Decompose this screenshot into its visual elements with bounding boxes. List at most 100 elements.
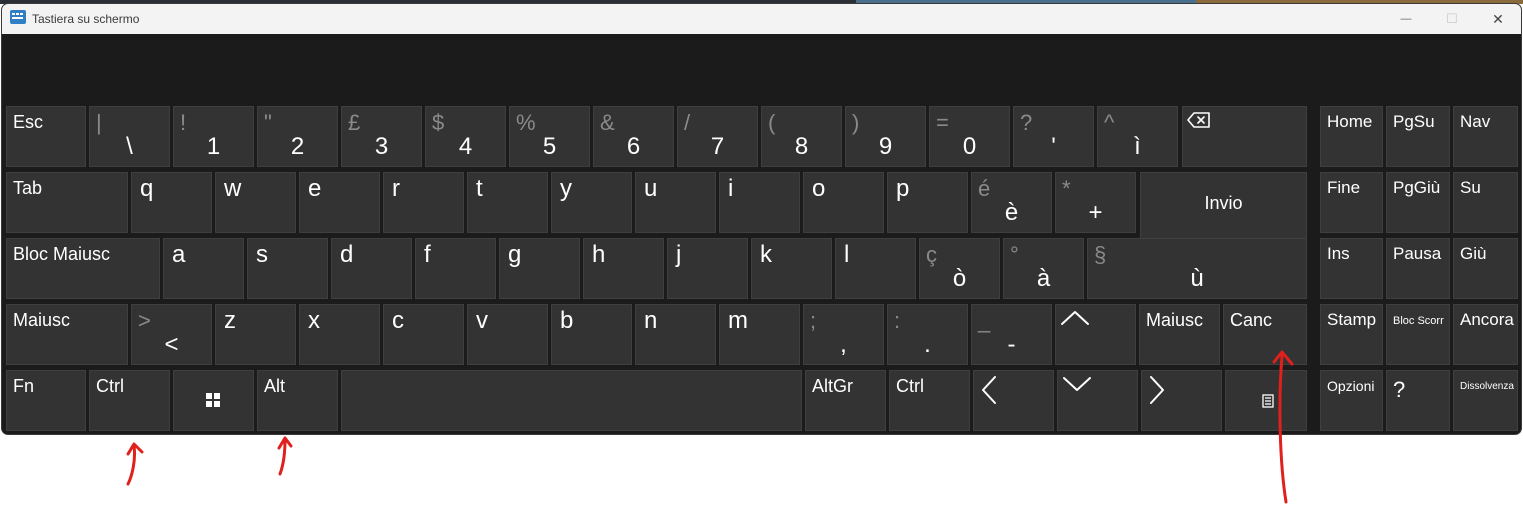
key-primary-label: 7 bbox=[710, 133, 725, 160]
key-3[interactable]: £3 bbox=[341, 106, 422, 167]
key-0[interactable]: = 0 bbox=[929, 106, 1010, 167]
key-o[interactable]: o bbox=[803, 172, 884, 233]
key-apostrophe[interactable]: ? ' bbox=[1013, 106, 1094, 167]
key-period[interactable]: :. bbox=[887, 304, 968, 365]
key-p[interactable]: p bbox=[887, 172, 968, 233]
close-button[interactable]: ✕ bbox=[1475, 4, 1521, 34]
key-s[interactable]: s bbox=[247, 238, 328, 299]
key-less[interactable]: > < bbox=[131, 304, 212, 365]
key-e[interactable]: e bbox=[299, 172, 380, 233]
key-igrave[interactable]: ^ ì bbox=[1097, 106, 1178, 167]
key-f[interactable]: f bbox=[415, 238, 496, 299]
key-label: Pausa bbox=[1393, 244, 1442, 263]
key-x[interactable]: x bbox=[299, 304, 380, 365]
key-y[interactable]: y bbox=[551, 172, 632, 233]
key-z[interactable]: z bbox=[215, 304, 296, 365]
key-n[interactable]: n bbox=[635, 304, 716, 365]
key-8[interactable]: (8 bbox=[761, 106, 842, 167]
down-arrow-icon bbox=[1063, 377, 1091, 391]
key-opzioni[interactable]: Opzioni bbox=[1320, 370, 1383, 431]
key-label: Fine bbox=[1327, 178, 1361, 197]
key-label: f bbox=[424, 241, 431, 268]
key-minus[interactable]: _ - bbox=[971, 304, 1052, 365]
key-backslash[interactable]: | \ bbox=[89, 106, 170, 167]
text-prediction-bar bbox=[2, 34, 1521, 104]
key-stamp[interactable]: Stamp bbox=[1320, 304, 1383, 365]
key-ancora[interactable]: Ancora bbox=[1453, 304, 1518, 365]
key-lshift[interactable]: Maiusc bbox=[6, 304, 128, 365]
key-label: PgGiù bbox=[1393, 178, 1441, 197]
key-label: d bbox=[340, 241, 354, 268]
key-backspace[interactable] bbox=[1182, 106, 1307, 167]
key-right[interactable] bbox=[1141, 370, 1222, 431]
key-agrave[interactable]: ° à bbox=[1003, 238, 1084, 299]
key-fn[interactable]: Fn bbox=[6, 370, 86, 431]
key-7[interactable]: /7 bbox=[677, 106, 758, 167]
key-dissolvenza[interactable]: Dissolvenza bbox=[1453, 370, 1518, 431]
key-9[interactable]: ) 9 bbox=[845, 106, 926, 167]
key-k[interactable]: k bbox=[751, 238, 832, 299]
key-lctrl[interactable]: Ctrl bbox=[89, 370, 170, 431]
key-pggiu[interactable]: PgGiù bbox=[1386, 172, 1450, 233]
key-alt[interactable]: Alt bbox=[257, 370, 338, 431]
key-egrave[interactable]: éè bbox=[971, 172, 1052, 233]
key-left[interactable] bbox=[973, 370, 1054, 431]
key-h[interactable]: h bbox=[583, 238, 664, 299]
key-5[interactable]: % 5 bbox=[509, 106, 590, 167]
key-q[interactable]: q bbox=[131, 172, 212, 233]
key-up[interactable] bbox=[1055, 304, 1136, 365]
key-2[interactable]: " 2 bbox=[257, 106, 338, 167]
key-win[interactable] bbox=[173, 370, 254, 431]
key-l[interactable]: l bbox=[835, 238, 916, 299]
key-label: o bbox=[812, 175, 826, 202]
key-label: p bbox=[896, 175, 910, 202]
key-su[interactable]: Su bbox=[1453, 172, 1518, 233]
key-fine[interactable]: Fine bbox=[1320, 172, 1383, 233]
key-w[interactable]: w bbox=[215, 172, 296, 233]
key-down[interactable] bbox=[1057, 370, 1138, 431]
key-esc[interactable]: Esc bbox=[6, 106, 86, 167]
key-primary-label: < bbox=[164, 331, 179, 358]
key-home[interactable]: Home bbox=[1320, 106, 1383, 167]
key-ins[interactable]: Ins bbox=[1320, 238, 1383, 299]
key-v[interactable]: v bbox=[467, 304, 548, 365]
key-rctrl[interactable]: Ctrl bbox=[889, 370, 970, 431]
key-label: Ancora bbox=[1460, 310, 1514, 329]
key-i[interactable]: i bbox=[719, 172, 800, 233]
title-bar[interactable]: Tastiera su schermo — ☐ ✕ bbox=[2, 4, 1521, 34]
key-altgr[interactable]: AltGr bbox=[805, 370, 886, 431]
key-c[interactable]: c bbox=[383, 304, 464, 365]
key-1[interactable]: ! 1 bbox=[173, 106, 254, 167]
minimize-button[interactable]: — bbox=[1383, 4, 1429, 34]
key-m[interactable]: m bbox=[719, 304, 800, 365]
key-a[interactable]: a bbox=[163, 238, 244, 299]
key-blocscorr[interactable]: Bloc Scorr bbox=[1386, 304, 1450, 365]
key-b[interactable]: b bbox=[551, 304, 632, 365]
key-r[interactable]: r bbox=[383, 172, 464, 233]
key-ugrave[interactable]: § ù bbox=[1087, 238, 1307, 299]
key-d[interactable]: d bbox=[331, 238, 412, 299]
key-plus[interactable]: * + bbox=[1055, 172, 1136, 233]
maximize-button[interactable]: ☐ bbox=[1429, 4, 1475, 34]
key-primary-label: 4 bbox=[458, 133, 473, 160]
key-space[interactable] bbox=[341, 370, 802, 431]
key-4[interactable]: $4 bbox=[425, 106, 506, 167]
key-nav[interactable]: Nav bbox=[1453, 106, 1518, 167]
key-primary-label: 0 bbox=[962, 133, 977, 160]
key-tab[interactable]: Tab bbox=[6, 172, 128, 233]
key-help[interactable]: ? bbox=[1386, 370, 1450, 431]
key-t[interactable]: t bbox=[467, 172, 548, 233]
key-comma[interactable]: ;, bbox=[803, 304, 884, 365]
key-6[interactable]: & 6 bbox=[593, 106, 674, 167]
key-rshift[interactable]: Maiusc bbox=[1139, 304, 1220, 365]
key-label: z bbox=[224, 307, 236, 334]
key-capslock[interactable]: Bloc Maiusc bbox=[6, 238, 160, 299]
key-g[interactable]: g bbox=[499, 238, 580, 299]
key-u[interactable]: u bbox=[635, 172, 716, 233]
key-j[interactable]: j bbox=[667, 238, 748, 299]
key-pausa[interactable]: Pausa bbox=[1386, 238, 1450, 299]
key-ograve[interactable]: çò bbox=[919, 238, 1000, 299]
key-pgsu[interactable]: PgSu bbox=[1386, 106, 1450, 167]
key-giu[interactable]: Giù bbox=[1453, 238, 1518, 299]
key-label: PgSu bbox=[1393, 112, 1435, 131]
